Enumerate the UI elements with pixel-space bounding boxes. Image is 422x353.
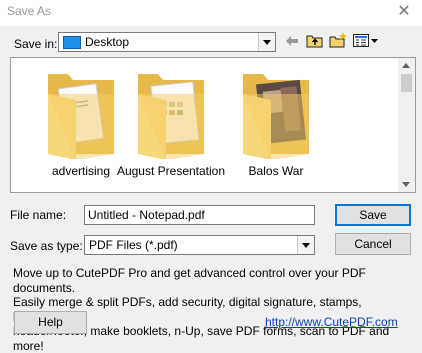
folder-item[interactable]: August Presentation xyxy=(116,64,226,178)
folder-icon xyxy=(138,74,204,160)
save-as-type-value: PDF Files (*.pdf) xyxy=(89,238,178,252)
cancel-button[interactable]: Cancel xyxy=(335,233,411,255)
title-bar: Save As ✕ xyxy=(0,0,422,26)
window-title: Save As xyxy=(7,4,52,18)
new-folder-icon[interactable] xyxy=(329,32,348,48)
desktop-icon xyxy=(63,36,81,49)
file-name-input[interactable]: Untitled - Notepad.pdf xyxy=(84,205,315,225)
scroll-down-icon[interactable] xyxy=(402,182,410,187)
close-icon[interactable]: ✕ xyxy=(394,2,414,22)
back-arrow-icon[interactable] xyxy=(285,35,299,47)
chevron-down-icon xyxy=(297,236,314,254)
chevron-down-icon xyxy=(258,33,275,51)
save-button[interactable]: Save xyxy=(335,204,411,226)
view-menu-icon[interactable] xyxy=(353,34,379,48)
promo-text: Move up to CutePDF Pro and get advanced … xyxy=(13,266,413,353)
folder-label: Balos War xyxy=(248,164,304,178)
promo-line: Move up to CutePDF Pro and get advanced … xyxy=(13,266,366,295)
save-as-type-dropdown[interactable]: PDF Files (*.pdf) xyxy=(84,235,315,255)
save-as-type-label: Save as type: xyxy=(10,239,83,253)
file-name-label: File name: xyxy=(10,208,67,222)
folder-item[interactable]: Balos War xyxy=(221,64,331,178)
up-folder-icon[interactable] xyxy=(306,33,323,48)
folder-icon xyxy=(243,74,309,160)
scroll-up-icon[interactable] xyxy=(402,63,410,68)
view-grid-icon xyxy=(353,34,378,47)
save-in-label: Save in: xyxy=(14,37,58,51)
cutepdf-link[interactable]: http://www.CutePDF.com xyxy=(265,315,398,329)
save-in-dropdown[interactable]: Desktop xyxy=(58,32,276,52)
folder-label: August Presentation xyxy=(116,164,226,178)
file-list[interactable]: advertising August Presentation Balos Wa xyxy=(10,57,416,193)
save-in-value: Desktop xyxy=(85,35,130,49)
vertical-scrollbar[interactable] xyxy=(398,58,415,192)
scroll-thumb[interactable] xyxy=(401,74,412,92)
help-button[interactable]: Help xyxy=(14,311,87,334)
